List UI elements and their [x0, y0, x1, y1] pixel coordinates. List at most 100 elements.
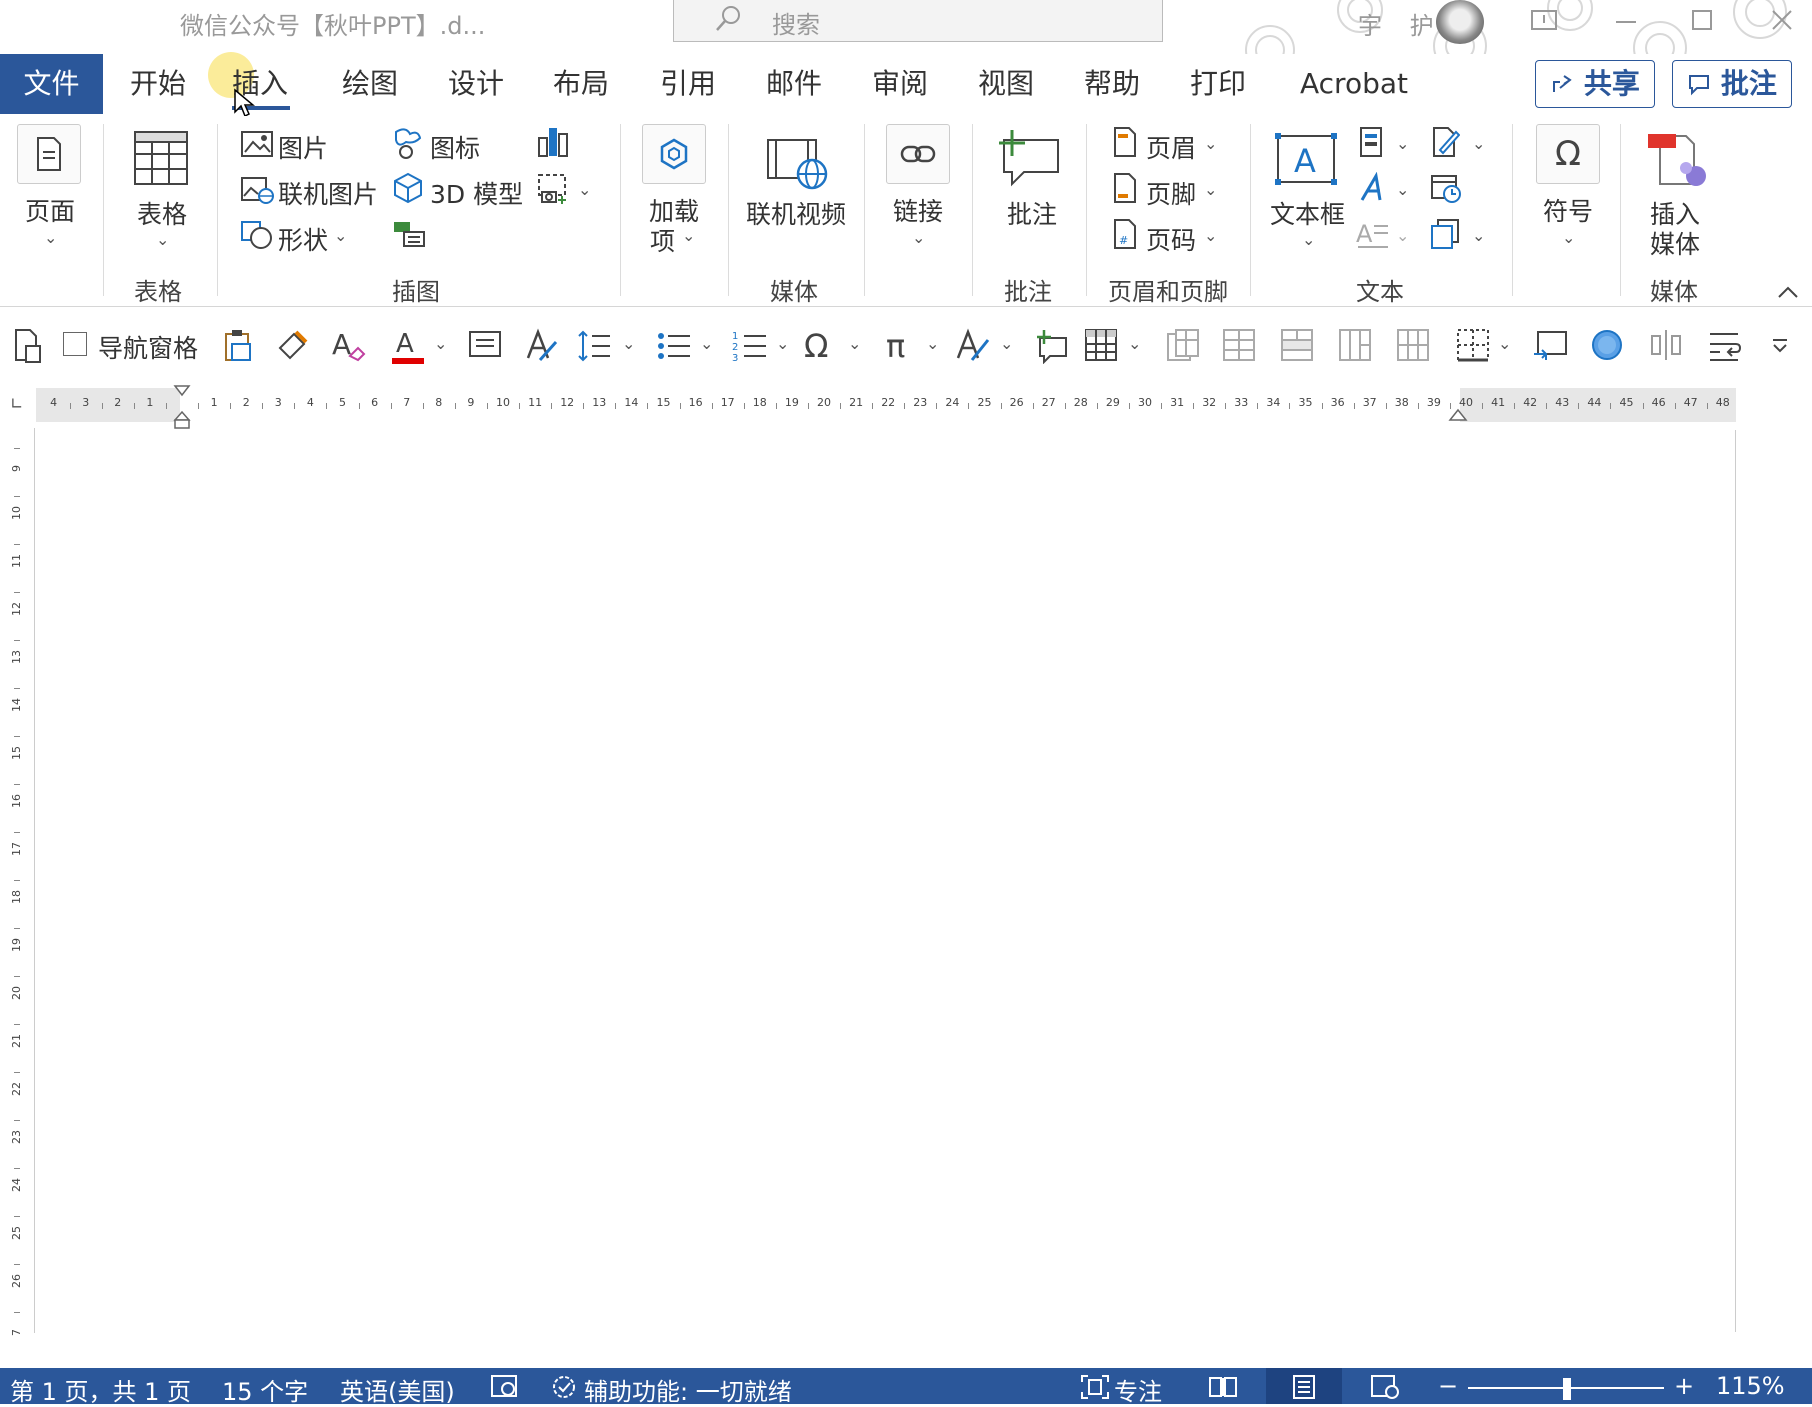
- ink-pen-icon[interactable]: [954, 328, 990, 364]
- insert-table-icon[interactable]: [1084, 328, 1118, 364]
- navigation-pane-checkbox[interactable]: [63, 332, 87, 356]
- paste-picture-icon[interactable]: [222, 328, 254, 364]
- tab-selector-icon[interactable]: ∟: [10, 394, 23, 413]
- quick-parts-icon[interactable]: [1358, 126, 1384, 162]
- chevron-down-icon[interactable]: ⌄: [1562, 228, 1575, 247]
- footer-icon[interactable]: [1112, 172, 1138, 208]
- online-picture-label[interactable]: 联机图片: [278, 175, 378, 211]
- bullets-icon[interactable]: [656, 328, 692, 364]
- 3d-model-icon[interactable]: [392, 172, 424, 208]
- page-number-label[interactable]: 页码: [1146, 221, 1196, 257]
- picture-label[interactable]: 图片: [278, 129, 328, 165]
- tab-view[interactable]: 视图: [978, 54, 1034, 114]
- table-button[interactable]: [133, 130, 189, 190]
- maximize-icon[interactable]: [1688, 8, 1716, 34]
- user-name[interactable]: 宇 护: [1358, 6, 1444, 41]
- picture-icon[interactable]: [240, 130, 274, 162]
- chart-icon[interactable]: [536, 124, 570, 162]
- symbol-button[interactable]: Ω: [1536, 124, 1600, 184]
- symbol-omega-icon[interactable]: Ω: [804, 328, 828, 364]
- accessibility-icon[interactable]: [550, 1374, 580, 1404]
- chevron-down-icon[interactable]: ⌄: [776, 334, 789, 353]
- present-icon[interactable]: [1532, 328, 1568, 364]
- chevron-down-icon[interactable]: ⌄: [334, 226, 347, 245]
- macro-icon[interactable]: [490, 1374, 520, 1404]
- new-comment-small-icon[interactable]: [1034, 328, 1068, 365]
- web-layout-icon[interactable]: [1370, 1374, 1400, 1404]
- chevron-down-icon[interactable]: ⌄: [912, 228, 925, 247]
- signature-line-icon[interactable]: [1430, 126, 1461, 162]
- language-indicator[interactable]: 英语(美国): [340, 1372, 455, 1407]
- focus-label[interactable]: 专注: [1114, 1372, 1162, 1407]
- shapes-icon[interactable]: [240, 220, 274, 254]
- addins-button[interactable]: [642, 124, 706, 184]
- page-button[interactable]: [17, 124, 81, 184]
- print-layout-icon[interactable]: [1290, 1374, 1318, 1404]
- zoom-level[interactable]: 115%: [1716, 1372, 1785, 1400]
- equation-pi-icon[interactable]: π: [886, 328, 905, 364]
- drop-cap-icon[interactable]: A: [1356, 218, 1390, 254]
- smartart-icon[interactable]: [392, 220, 426, 254]
- chevron-down-icon[interactable]: ⌄: [434, 334, 447, 353]
- wordart-icon[interactable]: [1358, 171, 1388, 208]
- accessibility-status[interactable]: 辅助功能: 一切就绪: [584, 1372, 792, 1407]
- comments-button[interactable]: 批注: [1672, 60, 1792, 108]
- page-number-icon[interactable]: #: [1112, 218, 1138, 254]
- screenshot-icon[interactable]: [536, 172, 570, 210]
- document-page[interactable]: [38, 430, 1736, 1332]
- chevron-down-icon[interactable]: ⌄: [1204, 134, 1217, 153]
- customize-toolbar-icon[interactable]: [1770, 336, 1790, 360]
- document-icon[interactable]: [12, 328, 44, 364]
- footer-label[interactable]: 页脚: [1146, 175, 1196, 211]
- online-video-button[interactable]: [766, 136, 830, 196]
- close-icon[interactable]: [1768, 8, 1796, 34]
- chevron-down-icon[interactable]: ⌄: [1000, 334, 1013, 353]
- ribbon-display-icon[interactable]: [1530, 8, 1558, 34]
- search-input[interactable]: 搜索: [673, 0, 1163, 42]
- chevron-down-icon[interactable]: ⌄: [1128, 334, 1141, 353]
- word-count[interactable]: 15 个字: [222, 1372, 308, 1407]
- zoom-slider-thumb[interactable]: [1563, 1378, 1571, 1400]
- borders-icon[interactable]: [1456, 328, 1490, 364]
- insert-media-button[interactable]: [1646, 128, 1710, 196]
- textbox-button[interactable]: A: [1274, 132, 1338, 190]
- date-time-icon[interactable]: [1430, 172, 1462, 208]
- chevron-down-icon[interactable]: ⌄: [1204, 226, 1217, 245]
- new-comment-button[interactable]: [996, 128, 1060, 192]
- zoom-out-icon[interactable]: −: [1438, 1372, 1458, 1400]
- shapes-label[interactable]: 形状: [278, 221, 328, 257]
- header-label[interactable]: 页眉: [1146, 129, 1196, 165]
- text-wrap-icon[interactable]: [1706, 328, 1742, 364]
- tab-home[interactable]: 开始: [130, 54, 186, 114]
- chevron-down-icon[interactable]: ⌄: [1396, 180, 1409, 199]
- icons-icon[interactable]: [392, 126, 424, 164]
- chevron-down-icon[interactable]: ⌄: [848, 334, 861, 353]
- read-mode-icon[interactable]: [1208, 1374, 1238, 1404]
- chevron-down-icon[interactable]: ⌄: [1472, 134, 1485, 153]
- chevron-down-icon[interactable]: ⌄: [44, 228, 57, 247]
- link-button[interactable]: [886, 124, 950, 184]
- collapse-ribbon-icon[interactable]: [1776, 284, 1800, 304]
- font-color-icon[interactable]: A: [392, 328, 426, 364]
- object-icon[interactable]: [1430, 218, 1460, 254]
- chevron-down-icon[interactable]: ⌄: [1302, 230, 1315, 249]
- tab-file[interactable]: 文件: [0, 54, 103, 114]
- chevron-down-icon[interactable]: ⌄: [1204, 180, 1217, 199]
- chevron-down-icon[interactable]: ⌄: [682, 226, 695, 245]
- page-count[interactable]: 第 1 页，共 1 页: [10, 1372, 191, 1407]
- icons-label[interactable]: 图标: [430, 129, 480, 165]
- chevron-down-icon[interactable]: ⌄: [1472, 226, 1485, 245]
- tab-draw[interactable]: 绘图: [342, 54, 398, 114]
- chevron-down-icon[interactable]: ⌄: [1498, 334, 1511, 353]
- online-picture-icon[interactable]: [240, 176, 274, 208]
- numbering-icon[interactable]: 123: [732, 328, 768, 364]
- text-box-small-icon[interactable]: [468, 328, 502, 364]
- line-spacing-icon[interactable]: [576, 328, 612, 364]
- tab-print[interactable]: 打印: [1190, 54, 1246, 114]
- chevron-down-icon[interactable]: ⌄: [578, 180, 591, 199]
- tab-mailings[interactable]: 邮件: [766, 54, 822, 114]
- chevron-down-icon[interactable]: ⌄: [622, 334, 635, 353]
- chevron-down-icon[interactable]: ⌄: [156, 230, 169, 249]
- tab-acrobat[interactable]: Acrobat: [1300, 54, 1408, 114]
- shape-fill-icon[interactable]: [1590, 328, 1624, 364]
